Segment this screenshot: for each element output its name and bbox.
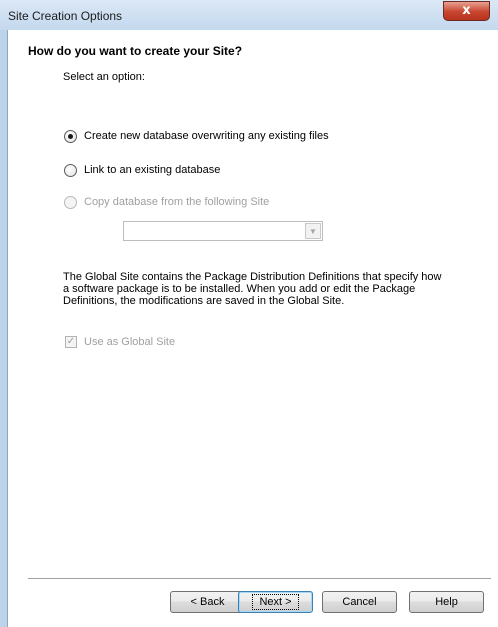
- radio-copy-database[interactable]: [64, 195, 77, 209]
- window-title: Site Creation Options: [8, 9, 123, 23]
- help-button[interactable]: Help: [409, 591, 484, 613]
- option-create-new-label: Create new database overwriting any exis…: [84, 130, 329, 142]
- title-bar[interactable]: Site Creation Options x: [0, 0, 498, 30]
- global-site-description: The Global Site contains the Package Dis…: [63, 271, 442, 307]
- option-copy-database-label: Copy database from the following Site: [84, 196, 270, 208]
- footer-separator: [28, 578, 491, 580]
- page-heading: How do you want to create your Site?: [28, 44, 243, 58]
- option-link-existing[interactable]: Link to an existing database: [64, 163, 220, 177]
- use-as-global-site[interactable]: ✓ Use as Global Site: [65, 336, 175, 348]
- back-button[interactable]: < Back: [170, 591, 245, 613]
- dialog-client-area: [7, 30, 498, 627]
- radio-create-new[interactable]: [64, 129, 77, 143]
- help-button-label: Help: [435, 596, 458, 608]
- close-button[interactable]: x: [443, 1, 490, 21]
- site-dropdown[interactable]: ▼: [123, 221, 323, 241]
- select-option-label: Select an option:: [63, 71, 145, 83]
- cancel-button[interactable]: Cancel: [322, 591, 397, 613]
- back-button-label: < Back: [190, 596, 225, 608]
- dialog-window: Site Creation Options x: [0, 0, 498, 627]
- next-button-label: Next >: [252, 594, 299, 610]
- use-as-global-site-label: Use as Global Site: [84, 336, 176, 348]
- checkbox-global-site[interactable]: ✓: [65, 336, 77, 348]
- chevron-down-icon[interactable]: ▼: [305, 223, 321, 239]
- option-copy-database[interactable]: Copy database from the following Site: [64, 195, 269, 209]
- radio-link-existing[interactable]: [64, 163, 77, 177]
- option-create-new[interactable]: Create new database overwriting any exis…: [64, 129, 329, 143]
- close-icon: x: [462, 3, 471, 18]
- next-button[interactable]: Next >: [238, 591, 313, 613]
- cancel-button-label: Cancel: [342, 596, 377, 608]
- option-link-existing-label: Link to an existing database: [84, 164, 221, 176]
